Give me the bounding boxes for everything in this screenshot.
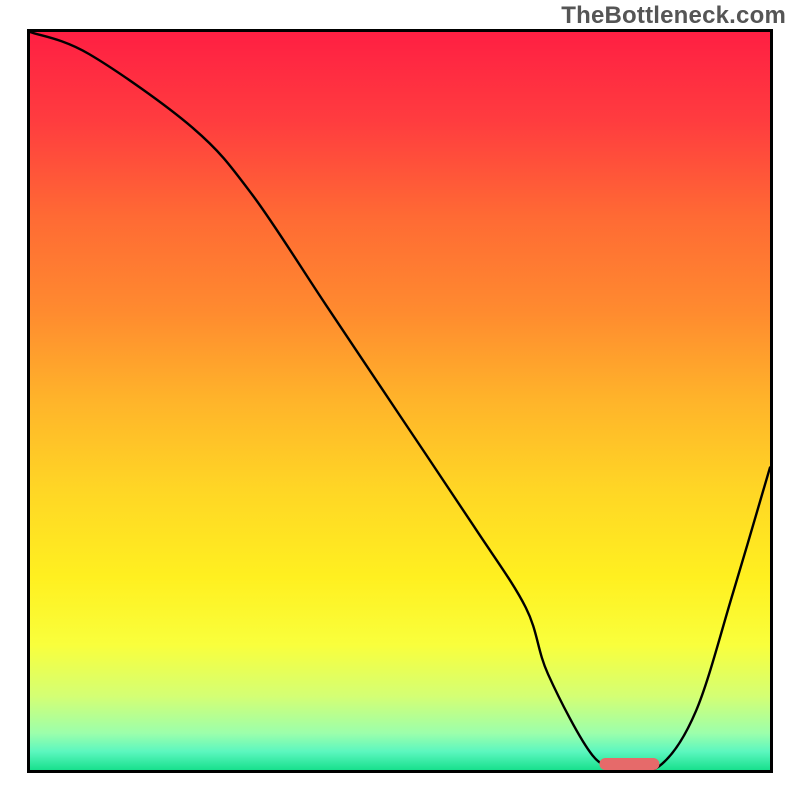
chart-svg [30,32,770,770]
background-rect [30,32,770,770]
highlight-marker [600,758,659,770]
chart-frame: TheBottleneck.com [0,0,800,800]
plot-area [27,29,773,773]
plot-inner [30,32,770,770]
watermark-text: TheBottleneck.com [561,2,786,30]
